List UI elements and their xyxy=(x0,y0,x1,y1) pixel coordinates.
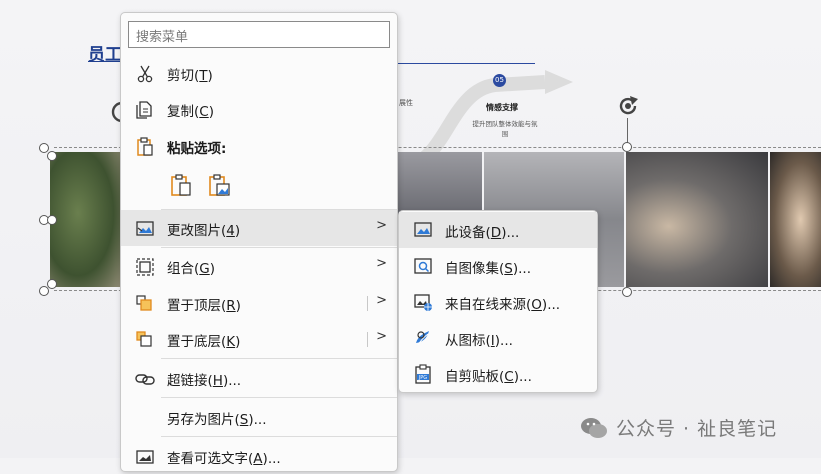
online-picture-icon xyxy=(414,294,432,311)
menu-search-input[interactable]: 搜索菜单 xyxy=(128,21,390,48)
menu-item-save-as-picture-suffix: ... xyxy=(253,412,267,428)
resize-handle-t-left[interactable] xyxy=(47,151,57,161)
bring-to-front-icon xyxy=(136,295,152,311)
icons-icon xyxy=(416,331,429,346)
send-to-back-icon xyxy=(136,331,152,347)
menu-item-alt-text-key: A xyxy=(253,451,263,467)
svg-text:JPG: JPG xyxy=(418,375,427,381)
change-picture-submenu: 此设备(D)... 自图像集(S)... 来自在线来源(O)... 从图标(I)… xyxy=(398,210,598,393)
submenu-item-from-icons-key: I xyxy=(490,333,495,349)
submenu-item-from-icons[interactable]: 从图标(I)... xyxy=(399,320,597,356)
paste-keep-formatting-icon[interactable] xyxy=(169,173,193,197)
menu-item-save-as-picture[interactable]: 另存为图片(S)... xyxy=(121,399,397,435)
menu-item-cut[interactable]: 剪切(T) xyxy=(121,55,397,91)
menu-item-group-label: 组合 xyxy=(167,261,194,277)
menu-item-alt-text-label: 查看可选文字 xyxy=(167,451,248,467)
step-title: 情感支撑 xyxy=(486,103,518,112)
submenu-item-from-icons-label: 从图标 xyxy=(445,333,486,349)
menu-item-change-picture[interactable]: 更改图片(4) > xyxy=(121,210,397,246)
rotate-handle[interactable] xyxy=(615,93,641,119)
menu-item-send-to-back-key: K xyxy=(226,334,236,350)
menu-item-copy[interactable]: 复制(C) xyxy=(121,91,397,127)
menu-item-cut-key: T xyxy=(199,68,208,84)
menu-item-paste-label: 粘贴选项: xyxy=(167,141,227,157)
chevron-right-icon: > xyxy=(376,218,387,233)
clipboard-icon xyxy=(137,137,153,156)
submenu-item-from-clipboard[interactable]: JPG 自剪贴板(C)... xyxy=(399,356,597,392)
wechat-icon xyxy=(581,417,607,438)
menu-item-paste-options: 粘贴选项: xyxy=(121,128,397,164)
copy-icon xyxy=(136,101,152,119)
menu-separator xyxy=(161,397,397,398)
menu-item-group[interactable]: 组合(G) > xyxy=(121,248,397,284)
chevron-right-icon[interactable]: > xyxy=(376,293,387,308)
menu-item-save-as-picture-key: S xyxy=(239,412,249,428)
chevron-right-icon: > xyxy=(376,256,387,271)
picture-icon xyxy=(414,222,432,237)
group-icon xyxy=(136,258,154,276)
alt-text-icon xyxy=(136,450,154,464)
menu-item-send-to-back-label: 置于底层 xyxy=(167,334,221,350)
change-picture-icon xyxy=(136,221,154,236)
photo-4[interactable] xyxy=(626,152,768,287)
menu-item-copy-label: 复制 xyxy=(167,104,194,120)
menu-item-hyperlink[interactable]: 超链接(H)... xyxy=(121,360,397,396)
scissors-icon xyxy=(137,65,153,83)
submenu-item-from-stock-key: S xyxy=(504,261,513,277)
menu-item-copy-key: C xyxy=(199,104,209,120)
submenu-item-from-stock[interactable]: 自图像集(S)... xyxy=(399,248,597,284)
menu-item-bring-to-front-key: R xyxy=(226,298,236,314)
paste-as-picture-icon[interactable] xyxy=(207,173,231,197)
menu-item-hyperlink-key: H xyxy=(212,373,223,389)
resize-handle-ml2[interactable] xyxy=(47,215,57,225)
split-divider xyxy=(367,296,368,311)
step-number-badge: 05 xyxy=(493,74,506,87)
submenu-item-from-clipboard-key: C xyxy=(504,369,514,385)
menu-item-alt-text[interactable]: 查看可选文字(A)... xyxy=(121,438,397,474)
menu-item-group-key: G xyxy=(199,261,210,277)
menu-item-hyperlink-label: 超链接 xyxy=(167,373,208,389)
submenu-item-from-stock-label: 自图像集 xyxy=(445,261,499,277)
submenu-item-from-clipboard-suffix: ... xyxy=(519,369,532,385)
resize-handle-bm[interactable] xyxy=(622,287,632,297)
submenu-item-online-suffix: ... xyxy=(547,297,561,313)
context-menu: 搜索菜单 剪切(T) 复制(C) 粘贴选项: 更改图片(4) > 组合(G) >… xyxy=(120,12,398,472)
clipboard-jpg-icon: JPG xyxy=(415,364,431,384)
resize-handle-tm[interactable] xyxy=(622,142,632,152)
timeline-line xyxy=(390,63,535,64)
chevron-right-icon[interactable]: > xyxy=(376,329,387,344)
menu-item-save-as-picture-label: 另存为图片 xyxy=(167,412,235,428)
photo-1[interactable] xyxy=(50,152,120,287)
photo-5[interactable] xyxy=(770,152,821,287)
submenu-item-this-device-suffix: ... xyxy=(506,225,520,241)
menu-item-change-picture-key: 4 xyxy=(226,223,235,239)
submenu-item-this-device[interactable]: 此设备(D)... xyxy=(399,212,597,248)
menu-item-bring-to-front-label: 置于顶层 xyxy=(167,298,221,314)
submenu-item-from-clipboard-label: 自剪贴板 xyxy=(445,369,499,385)
submenu-item-from-stock-suffix: ... xyxy=(518,261,532,277)
submenu-item-online-label: 来自在线来源 xyxy=(445,297,526,313)
submenu-item-this-device-label: 此设备 xyxy=(445,225,486,241)
menu-item-hyperlink-suffix: ... xyxy=(228,373,242,389)
submenu-item-from-icons-suffix: ... xyxy=(500,333,513,349)
step-desc-partial: 展性 xyxy=(399,99,413,107)
step-description: 提升团队整体效能与氛围 xyxy=(472,120,538,138)
submenu-item-this-device-key: D xyxy=(490,225,502,241)
menu-item-cut-label: 剪切 xyxy=(167,68,194,84)
submenu-item-online-key: O xyxy=(531,297,542,313)
menu-separator xyxy=(161,358,397,359)
menu-item-change-picture-label: 更改图片 xyxy=(167,223,221,239)
resize-handle-bl2[interactable] xyxy=(47,279,57,289)
split-divider xyxy=(367,332,368,347)
link-icon xyxy=(135,374,155,385)
submenu-item-online[interactable]: 来自在线来源(O)... xyxy=(399,284,597,320)
watermark: 公众号 · 祉良笔记 xyxy=(580,414,777,441)
slide-title: 员工 xyxy=(88,45,122,65)
menu-item-bring-to-front[interactable]: 置于顶层(R) > xyxy=(121,285,397,321)
menu-separator xyxy=(161,436,397,437)
watermark-text: 公众号 · 祉良笔记 xyxy=(616,418,778,440)
menu-item-send-to-back[interactable]: 置于底层(K) > xyxy=(121,321,397,357)
stock-images-icon xyxy=(414,258,432,274)
menu-item-alt-text-suffix: ... xyxy=(267,451,281,467)
